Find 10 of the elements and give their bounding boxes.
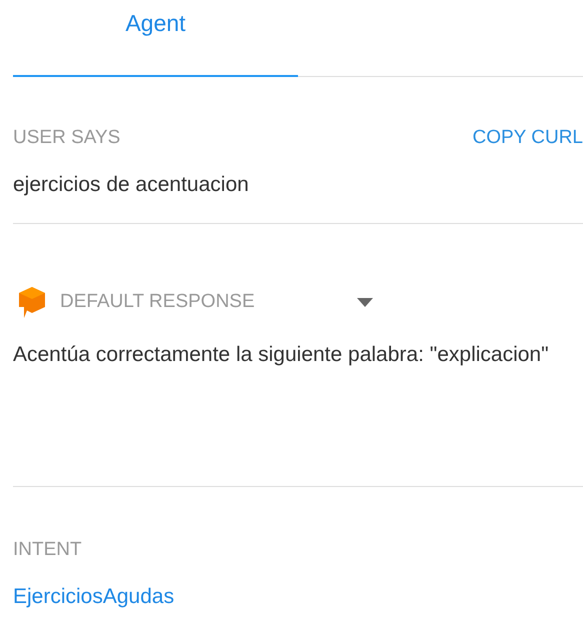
section-label: INTENT xyxy=(13,539,83,561)
copy-curl-link[interactable]: COPY CURL xyxy=(472,127,583,149)
agent-tab[interactable]: Agent xyxy=(13,0,298,77)
intent-link[interactable]: EjerciciosAgudas xyxy=(13,585,174,609)
response-text: Acentúa correctamente la siguiente palabra: "explicacion" xyxy=(13,342,550,368)
cube-chat-icon xyxy=(18,286,46,318)
caret-icon[interactable] xyxy=(356,298,373,306)
section-label: DEFAULT RESPONSE xyxy=(60,291,255,313)
user-query-text: ejercicios de acentuacion xyxy=(13,173,250,197)
section-label: USER SAYS xyxy=(13,127,120,149)
